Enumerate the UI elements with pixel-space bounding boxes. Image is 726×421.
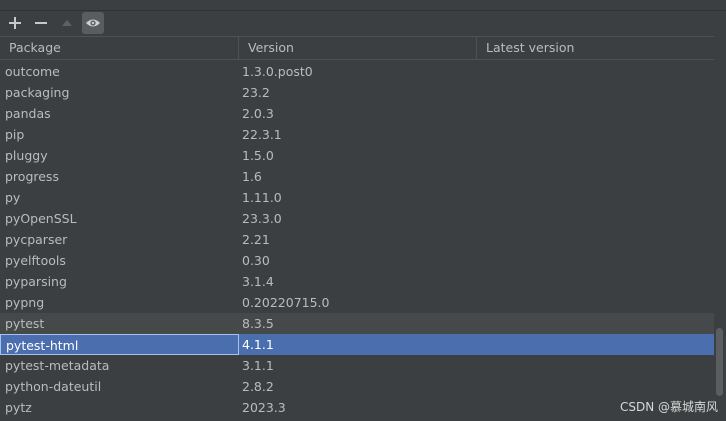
latest-version-cell[interactable] <box>477 229 714 250</box>
table-row[interactable]: pandas 2.0.3 <box>0 103 714 124</box>
table-row[interactable]: pypng 0.20220715.0 <box>0 292 714 313</box>
package-name-cell[interactable]: pytz <box>0 397 239 418</box>
add-package-button[interactable] <box>4 12 26 34</box>
column-header-package[interactable]: Package <box>0 37 239 59</box>
latest-version-cell[interactable] <box>477 376 714 397</box>
version-cell[interactable]: 2.0.3 <box>239 103 477 124</box>
minus-icon <box>35 22 47 24</box>
latest-version-cell[interactable] <box>477 334 714 355</box>
column-header-latest-version[interactable]: Latest version <box>477 37 714 59</box>
version-cell[interactable]: 1.3.0.post0 <box>239 61 477 82</box>
table-row[interactable]: python-dateutil 2.8.2 <box>0 376 714 397</box>
table-row[interactable]: pytest-metadata 3.1.1 <box>0 355 714 376</box>
column-header-version[interactable]: Version <box>239 37 477 59</box>
eye-icon <box>86 19 100 27</box>
package-name-cell[interactable]: py <box>0 187 239 208</box>
packages-table: Package Version Latest version outcome 1.… <box>0 36 726 421</box>
version-cell[interactable]: 23.2 <box>239 82 477 103</box>
package-name-cell[interactable]: pycparser <box>0 229 239 250</box>
table-row[interactable]: pluggy 1.5.0 <box>0 145 714 166</box>
version-cell[interactable]: 2023.3 <box>239 397 477 418</box>
latest-version-cell[interactable] <box>477 61 714 82</box>
latest-version-cell[interactable] <box>477 103 714 124</box>
table-row[interactable]: packaging 23.2 <box>0 82 714 103</box>
version-cell[interactable]: 1.5.0 <box>239 145 477 166</box>
table-row[interactable]: progress 1.6 <box>0 166 714 187</box>
version-cell[interactable]: 1.11.0 <box>239 187 477 208</box>
plus-icon <box>9 17 21 29</box>
table-row[interactable]: pyparsing 3.1.4 <box>0 271 714 292</box>
latest-version-cell[interactable] <box>477 124 714 145</box>
version-cell[interactable]: 3.1.1 <box>239 355 477 376</box>
version-cell[interactable]: 8.3.5 <box>239 313 477 334</box>
package-name-cell[interactable]: python-dateutil <box>0 376 239 397</box>
version-cell[interactable]: 0.30 <box>239 250 477 271</box>
package-name-cell[interactable]: progress <box>0 166 239 187</box>
package-name-cell[interactable]: outcome <box>0 61 239 82</box>
top-strip <box>0 0 726 11</box>
version-cell[interactable]: 23.3.0 <box>239 208 477 229</box>
package-name-cell[interactable]: pytest <box>0 313 239 334</box>
table-row[interactable]: pycparser 2.21 <box>0 229 714 250</box>
latest-version-cell[interactable] <box>477 145 714 166</box>
package-name-cell[interactable]: pluggy <box>0 145 239 166</box>
version-cell[interactable]: 3.1.4 <box>239 271 477 292</box>
version-cell[interactable]: 2.8.2 <box>239 376 477 397</box>
scrollbar-thumb[interactable] <box>716 328 723 396</box>
latest-version-cell[interactable] <box>477 355 714 376</box>
latest-version-cell[interactable] <box>477 292 714 313</box>
package-name-cell[interactable]: pyOpenSSL <box>0 208 239 229</box>
table-header: Package Version Latest version <box>0 36 714 60</box>
package-name-cell[interactable]: pyparsing <box>0 271 239 292</box>
latest-version-cell[interactable] <box>477 313 714 334</box>
package-name-cell[interactable]: packaging <box>0 82 239 103</box>
table-row[interactable]: pytest 8.3.5 <box>0 313 714 334</box>
table-body: outcome 1.3.0.post0 packaging 23.2 pandas 2.0… <box>0 61 714 418</box>
version-cell[interactable]: 2.21 <box>239 229 477 250</box>
version-cell[interactable]: 1.6 <box>239 166 477 187</box>
toolbar <box>0 11 726 35</box>
table-row[interactable]: pyelftools 0.30 <box>0 250 714 271</box>
version-cell[interactable]: 4.1.1 <box>239 334 477 355</box>
remove-package-button[interactable] <box>30 12 52 34</box>
table-row[interactable]: outcome 1.3.0.post0 <box>0 61 714 82</box>
package-name-cell[interactable]: pytest-metadata <box>0 355 239 376</box>
arrow-up-icon <box>62 20 72 26</box>
package-name-cell[interactable]: pyelftools <box>0 250 239 271</box>
latest-version-cell[interactable] <box>477 271 714 292</box>
package-name-cell[interactable]: pip <box>0 124 239 145</box>
watermark: CSDN @慕城南风 <box>619 400 718 414</box>
version-cell[interactable]: 22.3.1 <box>239 124 477 145</box>
table-row[interactable]: py 1.11.0 <box>0 187 714 208</box>
version-cell[interactable]: 0.20220715.0 <box>239 292 477 313</box>
table-row[interactable]: pyOpenSSL 23.3.0 <box>0 208 714 229</box>
upgrade-package-button[interactable] <box>56 12 78 34</box>
latest-version-cell[interactable] <box>477 187 714 208</box>
package-name-cell[interactable]: pypng <box>0 292 239 313</box>
table-row[interactable]: pip 22.3.1 <box>0 124 714 145</box>
table-row[interactable]: pytest-html 4.1.1 <box>0 334 714 355</box>
latest-version-cell[interactable] <box>477 250 714 271</box>
latest-version-cell[interactable] <box>477 82 714 103</box>
latest-version-cell[interactable] <box>477 208 714 229</box>
latest-version-cell[interactable] <box>477 166 714 187</box>
show-early-releases-button[interactable] <box>82 12 104 34</box>
package-name-cell[interactable]: pytest-html <box>0 334 239 355</box>
package-name-cell[interactable]: pandas <box>0 103 239 124</box>
table-row[interactable]: pytz 2023.3 <box>0 397 714 418</box>
